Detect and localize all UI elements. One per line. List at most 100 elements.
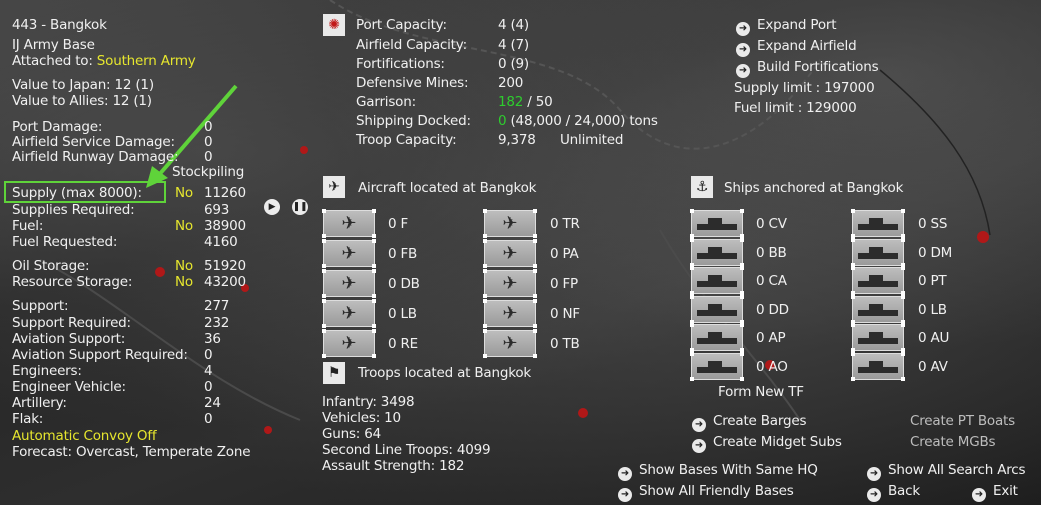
plane-silhouette-icon: ✈ — [341, 273, 357, 294]
ship-count: 0 SS — [918, 216, 948, 232]
create-barges-button[interactable]: ➜ Create Barges — [692, 413, 807, 432]
show-bases-same-hq-button[interactable]: ➜ Show Bases With Same HQ — [618, 462, 818, 481]
engineers-value: 4 — [204, 363, 213, 379]
ship-slot[interactable] — [690, 294, 744, 324]
shipping-docked-rest: (48,000 / 24,000) tons — [510, 113, 658, 129]
exit-label: Exit — [993, 483, 1018, 499]
troop-capacity-extra: Unlimited — [560, 132, 624, 148]
create-barges-label: Create Barges — [713, 413, 807, 429]
oil-storage-label: Oil Storage: — [12, 258, 90, 274]
shipping-docked-label: Shipping Docked: — [356, 113, 471, 129]
port-damage-value: 0 — [204, 119, 213, 135]
build-fortifications-button[interactable]: ➜ Build Fortifications — [736, 59, 879, 78]
aircraft-slot[interactable]: ✈ — [483, 239, 537, 268]
arrow-icon: ➜ — [692, 418, 706, 432]
troops-header: Troops located at Bangkok — [358, 365, 532, 381]
create-midget-subs-button[interactable]: ➜ Create Midget Subs — [692, 434, 842, 453]
artillery-label: Artillery: — [12, 395, 67, 411]
fuel-stockpile-toggle[interactable]: No — [175, 218, 193, 234]
ship-count: 0 BB — [756, 244, 787, 261]
fuel-label: Fuel: — [12, 218, 44, 234]
show-friendly-bases-button[interactable]: ➜ Show All Friendly Bases — [618, 483, 794, 502]
ship-slot[interactable] — [851, 237, 905, 267]
aircraft-slot[interactable]: ✈ — [322, 269, 376, 298]
fuel-value: 38900 — [204, 218, 246, 234]
exit-button[interactable]: ➜ Exit — [972, 483, 1018, 502]
aircraft-count: 0 FB — [388, 246, 418, 262]
flak-label: Flak: — [12, 411, 44, 427]
aircraft-slot[interactable]: ✈ — [483, 209, 537, 238]
aircraft-slot[interactable]: ✈ — [322, 329, 376, 358]
pause-icon[interactable]: ❚❚ — [292, 199, 308, 215]
ship-slot[interactable] — [690, 323, 744, 352]
aircraft-count: 0 TB — [550, 336, 580, 352]
aircraft-slot[interactable]: ✈ — [322, 209, 376, 238]
aircraft-header: Aircraft located at Bangkok — [358, 180, 537, 196]
defensive-mines-value: 200 — [498, 75, 524, 91]
ship-slot[interactable] — [851, 294, 905, 324]
arrow-icon: ➜ — [618, 467, 632, 481]
garrison-value: 182 / 50 — [498, 94, 553, 110]
stockpiling-header: Stockpiling — [172, 164, 245, 180]
ship-slot[interactable] — [851, 266, 905, 295]
arrow-icon: ➜ — [736, 64, 750, 78]
aircraft-slot[interactable]: ✈ — [322, 239, 376, 268]
ship-count: 0 DD — [756, 301, 789, 318]
ship-slot[interactable] — [690, 237, 744, 267]
forecast: Forecast: Overcast, Temperate Zone — [12, 444, 251, 460]
ship-slot[interactable] — [851, 209, 905, 238]
expand-port-button[interactable]: ➜ Expand Port — [736, 17, 837, 36]
plane-silhouette-icon: ✈ — [341, 303, 357, 324]
plane-silhouette-icon: ✈ — [502, 303, 518, 324]
plane-silhouette-icon: ✈ — [502, 273, 518, 294]
port-damage-label: Port Damage: — [12, 119, 103, 135]
create-mgbs-button[interactable]: Create MGBs — [910, 434, 996, 450]
automatic-convoy-toggle[interactable]: Automatic Convoy Off — [12, 428, 157, 444]
ship-count: 0 AV — [918, 358, 948, 375]
back-button[interactable]: ➜ Back — [867, 483, 920, 502]
supply-stockpile-toggle[interactable]: No — [175, 185, 193, 201]
oil-stockpile-toggle[interactable]: No — [175, 258, 193, 274]
airfield-capacity-label: Airfield Capacity: — [356, 37, 467, 53]
show-search-arcs-button[interactable]: ➜ Show All Search Arcs — [867, 462, 1026, 481]
troops-guns: Guns: 64 — [322, 426, 382, 442]
base-type: IJ Army Base — [12, 37, 95, 53]
ship-slot[interactable] — [851, 351, 905, 381]
ship-count: 0 CA — [756, 273, 787, 289]
arrow-icon: ➜ — [867, 488, 881, 502]
airfield-service-damage-value: 0 — [204, 134, 213, 150]
support-required-value: 232 — [204, 315, 230, 331]
attached-label: Attached to: — [12, 53, 93, 69]
port-capacity-label: Port Capacity: — [356, 17, 447, 33]
aircraft-slot[interactable]: ✈ — [483, 329, 537, 358]
expand-airfield-button[interactable]: ➜ Expand Airfield — [736, 38, 857, 57]
attached-hq-link[interactable]: Southern Army — [97, 53, 196, 69]
ship-count: 0 AU — [918, 330, 950, 346]
plane-silhouette-icon: ✈ — [341, 213, 357, 234]
arrow-icon: ➜ — [736, 22, 750, 36]
ship-slot[interactable] — [851, 323, 905, 352]
garrison-value-rest: / 50 — [527, 94, 553, 110]
aircraft-count: 0 NF — [550, 306, 580, 322]
ship-slot[interactable] — [690, 351, 744, 381]
arrow-icon: ➜ — [692, 439, 706, 453]
arrow-icon: ➜ — [972, 488, 986, 502]
resource-stockpile-toggle[interactable]: No — [175, 274, 193, 290]
aircraft-icon: ✈ — [323, 176, 345, 198]
ship-count: 0 DM — [918, 244, 953, 261]
ship-slot[interactable] — [690, 266, 744, 295]
create-pt-boats-button[interactable]: Create PT Boats — [910, 413, 1015, 429]
aircraft-slot[interactable]: ✈ — [483, 269, 537, 298]
flak-value: 0 — [204, 411, 213, 427]
aircraft-slot[interactable]: ✈ — [483, 299, 537, 328]
plane-silhouette-icon: ✈ — [341, 243, 357, 264]
aircraft-slot[interactable]: ✈ — [322, 299, 376, 328]
fuel-requested-label: Fuel Requested: — [12, 234, 118, 250]
play-icon[interactable]: ▶ — [264, 199, 280, 215]
troops-infantry: Infantry: 3498 — [322, 394, 415, 410]
aircraft-count: 0 LB — [388, 306, 417, 322]
supply-value: 11260 — [204, 185, 246, 201]
rising-sun-flag-icon: ✺ — [323, 14, 345, 36]
form-new-tf-button[interactable]: Form New TF — [718, 384, 804, 400]
ship-slot[interactable] — [690, 209, 744, 238]
